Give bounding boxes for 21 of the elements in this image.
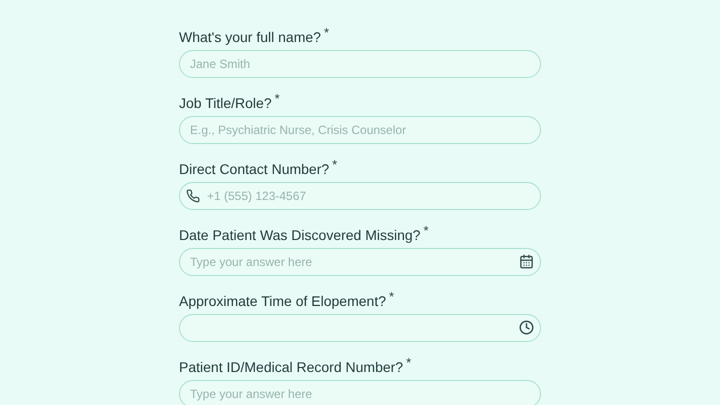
question-label: Direct Contact Number?: [179, 160, 330, 178]
input-field[interactable]: Type your answer here: [179, 380, 541, 405]
question-label: Patient ID/Medical Record Number?: [179, 358, 404, 376]
question-label: Date Patient Was Discovered Missing?: [179, 226, 420, 244]
question-label: Job Title/Role?: [179, 94, 272, 112]
required-mark: *: [274, 92, 280, 106]
required-mark: *: [423, 224, 429, 238]
phone-icon: [186, 189, 200, 203]
required-mark: *: [332, 158, 338, 172]
input-field[interactable]: [179, 314, 541, 342]
input-field[interactable]: +1 (555) 123-4567: [179, 182, 541, 210]
required-mark: *: [406, 356, 412, 370]
question-label: What's your full name?: [179, 28, 321, 46]
required-mark: *: [324, 26, 330, 40]
clock-icon[interactable]: [519, 320, 534, 335]
input-field[interactable]: Jane Smith: [179, 50, 541, 78]
question-label: Approximate Time of Elopement?: [179, 292, 386, 310]
required-mark: *: [389, 290, 394, 304]
calendar-icon[interactable]: [519, 254, 534, 269]
input-field[interactable]: Type your answer here: [179, 248, 541, 276]
input-field[interactable]: E.g., Psychiatric Nurse, Crisis Counselor: [179, 116, 541, 144]
